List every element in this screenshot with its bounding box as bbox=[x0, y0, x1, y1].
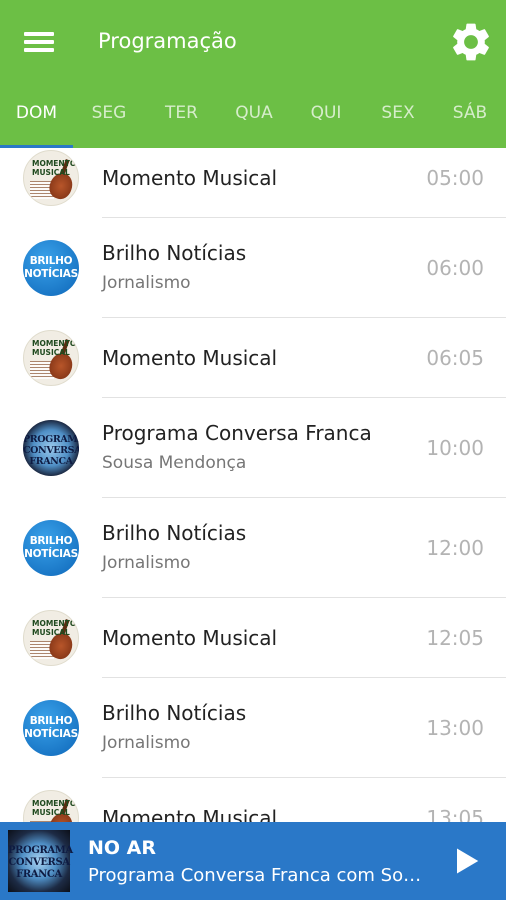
schedule-row[interactable]: BRILHO NOTÍCIAS Brilho Notícias Jornalismo… bbox=[0, 678, 506, 778]
on-air-label: NO AR bbox=[88, 837, 157, 859]
program-host: Jornalismo bbox=[102, 733, 191, 753]
program-title: Brilho Notícias bbox=[102, 521, 247, 545]
program-title: Momento Musical bbox=[102, 626, 278, 650]
schedule-row[interactable]: MOMENTO MUSICAL Momento Musical 12:05 bbox=[0, 598, 506, 678]
now-playing-bar[interactable]: PROGRAMA CONVERSA FRANCA NO AR Programa … bbox=[0, 822, 506, 900]
app-bar: Programação DOM SEG TER QUA QUI SEX SÁB bbox=[0, 0, 506, 148]
program-time: 06:00 bbox=[426, 256, 484, 280]
program-title: Programa Conversa Franca bbox=[102, 421, 372, 445]
program-title: Brilho Notícias bbox=[102, 241, 247, 265]
schedule-row[interactable]: MOMENTO MUSICAL Momento Musical 13:05 bbox=[0, 778, 506, 822]
program-time: 13:05 bbox=[426, 806, 484, 822]
momento-musical-logo: MOMENTO MUSICAL bbox=[23, 330, 79, 386]
now-playing-thumbnail: PROGRAMA CONVERSA FRANCA bbox=[8, 830, 73, 892]
hamburger-menu-icon[interactable] bbox=[22, 28, 58, 56]
program-time: 10:00 bbox=[426, 436, 484, 460]
tab-qua[interactable]: QUA bbox=[218, 82, 290, 148]
momento-musical-logo: MOMENTO MUSICAL bbox=[23, 150, 79, 206]
momento-musical-logo: MOMENTO MUSICAL bbox=[23, 790, 79, 822]
tab-sex[interactable]: SEX bbox=[362, 82, 434, 148]
program-time: 05:00 bbox=[426, 166, 484, 190]
logo-text: MOMENTO MUSICAL bbox=[32, 619, 77, 637]
program-title: Momento Musical bbox=[102, 346, 278, 370]
logo-text: MOMENTO MUSICAL bbox=[32, 339, 77, 357]
brilho-noticias-logo: BRILHO NOTÍCIAS bbox=[23, 700, 79, 756]
brilho-noticias-logo: BRILHO NOTÍCIAS bbox=[23, 520, 79, 576]
brilho-noticias-logo: BRILHO NOTÍCIAS bbox=[23, 240, 79, 296]
toolbar: Programação bbox=[0, 0, 506, 82]
program-title: Brilho Notícias bbox=[102, 701, 247, 725]
logo-text: MOMENTO MUSICAL bbox=[32, 799, 77, 817]
program-time: 06:05 bbox=[426, 346, 484, 370]
momento-musical-logo: MOMENTO MUSICAL bbox=[23, 610, 79, 666]
tab-seg[interactable]: SEG bbox=[73, 82, 145, 148]
tab-sab[interactable]: SÁB bbox=[434, 82, 506, 148]
play-icon[interactable] bbox=[452, 846, 482, 876]
program-time: 12:00 bbox=[426, 536, 484, 560]
program-time: 12:05 bbox=[426, 626, 484, 650]
schedule-row[interactable]: BRILHO NOTÍCIAS Brilho Notícias Jornalismo… bbox=[0, 218, 506, 318]
schedule-row[interactable]: MOMENTO MUSICAL Momento Musical 06:05 bbox=[0, 318, 506, 398]
conversa-franca-logo: PROGRAMA CONVERSA FRANCA bbox=[23, 420, 79, 476]
schedule-row[interactable]: PROGRAMA CONVERSA FRANCA Programa Convers… bbox=[0, 398, 506, 498]
schedule-row[interactable]: BRILHO NOTÍCIAS Brilho Notícias Jornalismo… bbox=[0, 498, 506, 598]
program-title: Momento Musical bbox=[102, 166, 278, 190]
program-time: 13:00 bbox=[426, 716, 484, 740]
logo-text: MOMENTO MUSICAL bbox=[32, 159, 77, 177]
program-host: Jornalismo bbox=[102, 273, 191, 293]
program-host: Sousa Mendonça bbox=[102, 453, 247, 473]
schedule-row[interactable]: MOMENTO MUSICAL Momento Musical 05:00 bbox=[0, 148, 506, 218]
schedule-list[interactable]: MOMENTO MUSICAL Momento Musical 05:00 BRILH… bbox=[0, 148, 506, 822]
gear-icon[interactable] bbox=[448, 19, 494, 65]
now-playing-title: Programa Conversa Franca com Sousa Mendo… bbox=[88, 865, 428, 886]
page-title: Programação bbox=[98, 29, 237, 53]
tab-qui[interactable]: QUI bbox=[290, 82, 362, 148]
program-title: Momento Musical bbox=[102, 806, 278, 822]
tab-dom[interactable]: DOM bbox=[0, 82, 73, 148]
tab-ter[interactable]: TER bbox=[145, 82, 218, 148]
program-host: Jornalismo bbox=[102, 553, 191, 573]
day-tabs: DOM SEG TER QUA QUI SEX SÁB bbox=[0, 82, 506, 148]
